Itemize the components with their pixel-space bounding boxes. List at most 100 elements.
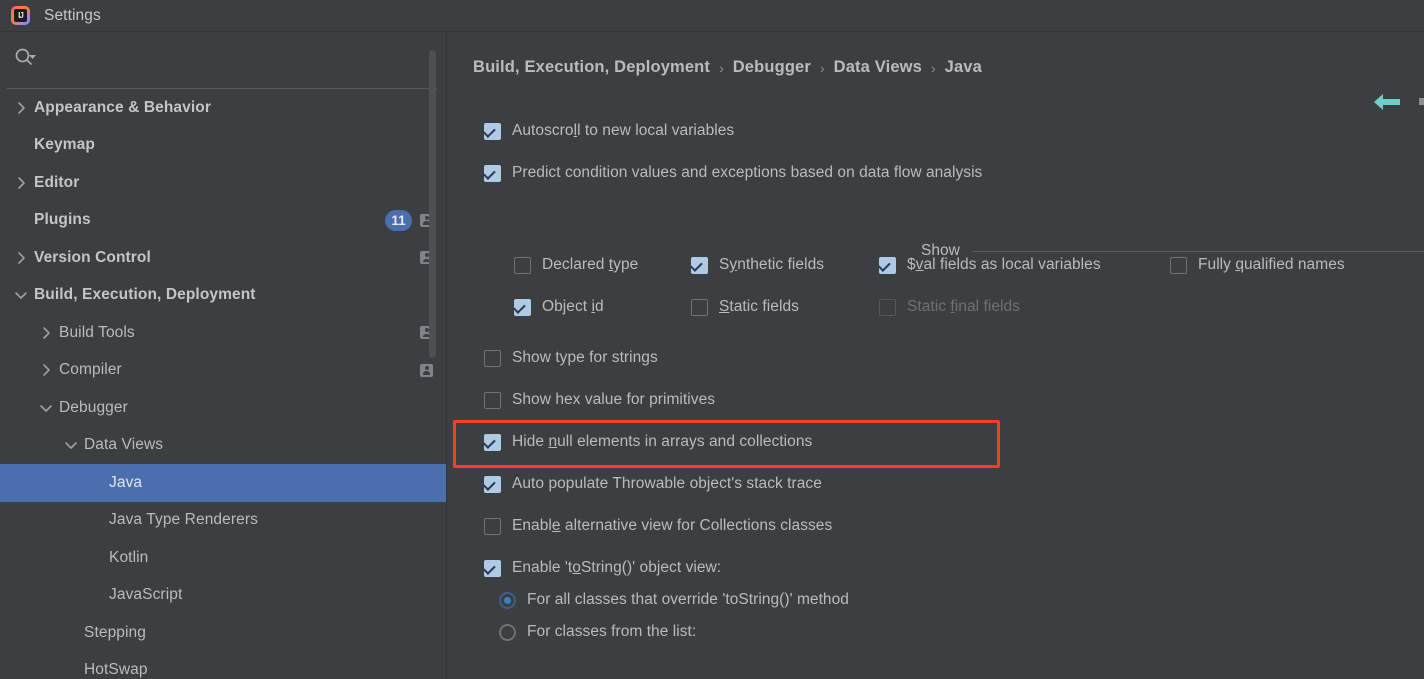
modified-setting-user-icon	[420, 363, 433, 377]
checkbox-label: Hide null elements in arrays and collect…	[512, 433, 813, 450]
settings-main-panel: Build, Execution, Deployment › Debugger › Da…	[448, 32, 1424, 679]
radio-button[interactable]	[499, 623, 516, 641]
back-arrow-icon[interactable]	[1374, 92, 1402, 112]
sidebar-item-editor[interactable]: Editor	[0, 164, 446, 202]
checkbox[interactable]	[514, 298, 531, 316]
sidebar-item-label: Compiler	[59, 361, 122, 379]
checkbox[interactable]	[691, 298, 708, 316]
sidebar-item-label: Java	[109, 473, 143, 491]
radio-button[interactable]	[499, 591, 516, 609]
checkbox[interactable]	[484, 349, 501, 367]
logo-inner-mark: IJ	[14, 9, 27, 22]
sidebar-item-compiler[interactable]: Compiler	[0, 352, 446, 390]
breadcrumb-separator: ›	[930, 59, 936, 76]
breadcrumb-item[interactable]: Java	[945, 58, 982, 77]
checkbox[interactable]	[879, 256, 896, 274]
chevron-down-icon[interactable]	[14, 288, 28, 302]
breadcrumb-item[interactable]: Data Views	[834, 58, 922, 77]
sidebar-item-stepping[interactable]: Stepping	[0, 614, 446, 652]
checkbox[interactable]	[484, 559, 501, 577]
search-row	[0, 32, 446, 98]
checkbox[interactable]	[484, 433, 501, 451]
chevron-right-icon[interactable]	[14, 251, 28, 265]
settings-tree: Appearance & Behavior Keymap Editor Plugins…	[0, 89, 446, 679]
sidebar-item-data-views[interactable]: Data Views	[0, 427, 446, 465]
sidebar-item-label: Build, Execution, Deployment	[34, 286, 256, 304]
checkbox-enable-alternative-view-for-collections-classe[interactable]: Enable alternative view for Collections …	[484, 517, 832, 535]
checkbox-autoscroll-to-new-local-variables[interactable]: Autoscroll to new local variables	[484, 122, 734, 140]
chevron-placeholder	[14, 213, 28, 227]
checkbox-label: Enable 'toString()' object view:	[512, 559, 722, 576]
sidebar-item-keymap[interactable]: Keymap	[0, 127, 446, 165]
checkbox-auto-populate-throwable-object-s-stack-trace[interactable]: Auto populate Throwable object's stack t…	[484, 475, 822, 493]
checkbox-hide-null-elements-in-arrays-and-collections[interactable]: Hide null elements in arrays and collect…	[484, 433, 812, 451]
sidebar-item-label: JavaScript	[109, 586, 183, 604]
chevron-right-icon[interactable]	[39, 326, 53, 340]
checkbox-label: Synthetic fields	[719, 256, 825, 273]
sidebar-item-label: Keymap	[34, 136, 95, 154]
chevron-right-icon[interactable]	[14, 176, 28, 190]
forward-arrow-icon[interactable]	[1419, 98, 1424, 105]
breadcrumb-item[interactable]: Build, Execution, Deployment	[473, 58, 710, 77]
checkbox-predict-condition-values-and-exceptions-based-[interactable]: Predict condition values and exceptions …	[484, 164, 982, 182]
chevron-right-icon[interactable]	[39, 363, 53, 377]
checkbox-enable-tostring-object-view[interactable]: Enable 'toString()' object view:	[484, 559, 721, 577]
show-group-label: Show	[921, 242, 960, 259]
sidebar-item-appearance-behavior[interactable]: Appearance & Behavior	[0, 89, 446, 127]
checkbox-label: Static fields	[719, 298, 799, 315]
checkbox[interactable]	[484, 164, 501, 182]
sidebar-item-label: Appearance & Behavior	[34, 98, 211, 116]
checkbox-declared-type[interactable]: Declared type	[514, 256, 638, 274]
checkbox-synthetic-fields[interactable]: Synthetic fields	[691, 256, 824, 274]
sidebar-item-java-type-renderers[interactable]: Java Type Renderers	[0, 502, 446, 540]
chevron-down-icon[interactable]	[64, 438, 78, 452]
sidebar-item-javascript[interactable]: JavaScript	[0, 577, 446, 615]
sidebar-scrollbar-thumb[interactable]	[429, 50, 436, 358]
sidebar-item-plugins[interactable]: Plugins 11	[0, 202, 446, 240]
sidebar-item-hotswap[interactable]: HotSwap	[0, 652, 446, 679]
checkbox[interactable]	[691, 256, 708, 274]
sidebar-item-label: Editor	[34, 173, 80, 191]
checkbox-static-fields[interactable]: Static fields	[691, 298, 799, 316]
checkbox-label: Show hex value for primitives	[512, 391, 716, 408]
checkbox[interactable]	[484, 517, 501, 535]
checkbox-label: Enable alternative view for Collections …	[512, 517, 833, 534]
checkbox-static-final-fields[interactable]: Static final fields	[879, 298, 1020, 316]
sidebar-item-version-control[interactable]: Version Control	[0, 239, 446, 277]
radio-label: For all classes that override 'toString(…	[527, 591, 849, 608]
sidebar-item-label: Stepping	[84, 623, 146, 641]
sidebar-item-label: Plugins	[34, 211, 91, 229]
breadcrumb: Build, Execution, Deployment › Debugger › Da…	[473, 58, 982, 77]
radio-for-classes-from-the-list[interactable]: For classes from the list:	[499, 623, 696, 641]
sidebar-item-label: HotSwap	[84, 661, 148, 679]
show-group-header: Show	[921, 242, 1424, 260]
breadcrumb-item[interactable]: Debugger	[733, 58, 811, 77]
chevron-placeholder	[64, 663, 78, 677]
chevron-down-icon[interactable]	[39, 401, 53, 415]
sidebar-item-label: Version Control	[34, 248, 151, 266]
chevron-right-icon[interactable]	[14, 101, 28, 115]
radio-for-all-classes-that-override-tostring-method[interactable]: For all classes that override 'toString(…	[499, 591, 849, 609]
checkbox[interactable]	[484, 391, 501, 409]
checkbox[interactable]	[484, 475, 501, 493]
plugins-update-count-badge: 11	[385, 209, 412, 231]
sidebar-item-debugger[interactable]: Debugger	[0, 389, 446, 427]
sidebar-item-label: Kotlin	[109, 548, 149, 566]
sidebar-item-label: Java Type Renderers	[109, 511, 258, 529]
search-icon[interactable]	[14, 47, 38, 69]
sidebar-item-java[interactable]: Java	[0, 464, 446, 502]
checkbox[interactable]	[879, 298, 896, 316]
sidebar-scrollbar-track[interactable]	[429, 40, 441, 622]
checkbox-object-id[interactable]: Object id	[514, 298, 604, 316]
checkbox[interactable]	[514, 256, 531, 274]
radio-label: For classes from the list:	[527, 623, 697, 640]
checkbox-show-hex-value-for-primitives[interactable]: Show hex value for primitives	[484, 391, 715, 409]
sidebar-item-build-tools[interactable]: Build Tools	[0, 314, 446, 352]
sidebar-item-build-execution-deployment[interactable]: Build, Execution, Deployment	[0, 277, 446, 315]
chevron-placeholder	[89, 588, 103, 602]
checkbox-label: Show type for strings	[512, 349, 658, 366]
checkbox-label: Static final fields	[907, 298, 1020, 315]
sidebar-item-kotlin[interactable]: Kotlin	[0, 539, 446, 577]
checkbox-show-type-for-strings[interactable]: Show type for strings	[484, 349, 658, 367]
checkbox[interactable]	[484, 122, 501, 140]
